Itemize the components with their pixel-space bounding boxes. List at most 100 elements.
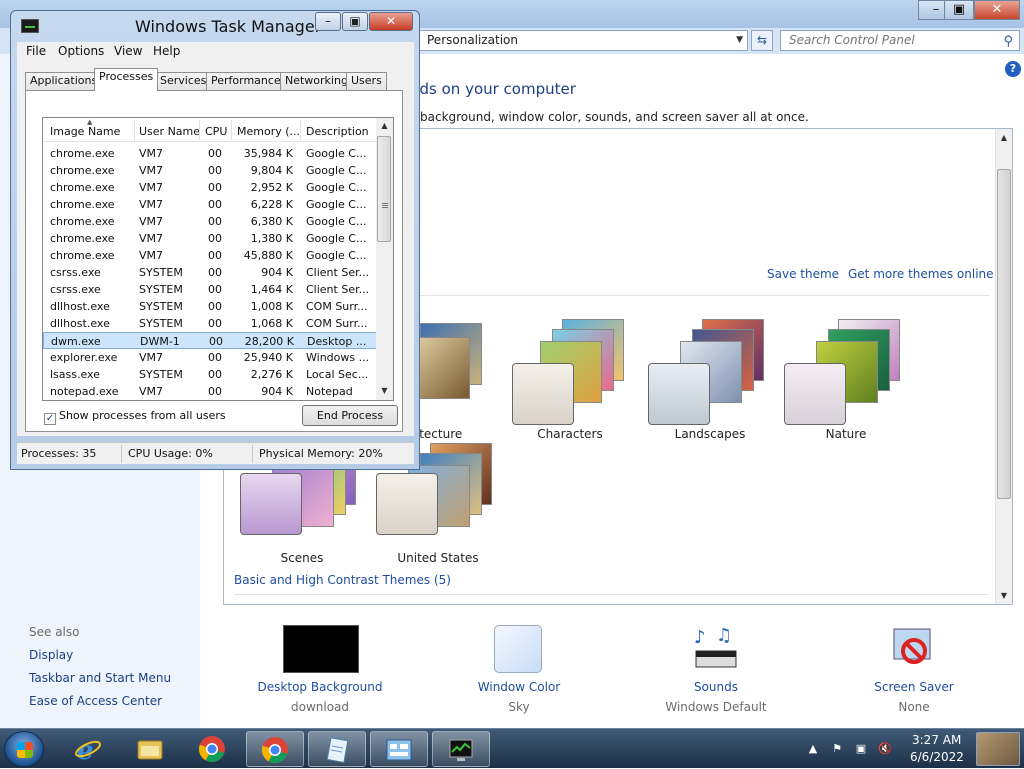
menu-options[interactable]: Options [58,44,104,58]
menu-file[interactable]: File [26,44,46,58]
process-row[interactable]: dwm.exe DWM-1 00 28,200 K Desktop ... [43,332,377,349]
search-box[interactable]: ⚲ [780,30,1020,51]
process-row[interactable]: chrome.exe VM7 00 6,228 K Google C... [43,196,377,213]
process-cpu: 00 [208,164,222,177]
show-hidden-icons-icon[interactable]: ▲ [806,742,820,756]
theme-characters[interactable]: Characters [504,315,636,445]
see-also-link-taskbar[interactable]: Taskbar and Start Menu [29,671,171,685]
column-image-name[interactable]: Image Name [50,125,120,138]
get-more-themes-link[interactable]: Get more themes online [848,267,994,281]
address-bar[interactable]: Personalization ▼ [416,30,748,51]
clock-time[interactable]: 3:27 AM [912,733,961,747]
column-divider[interactable] [134,120,135,140]
user-thumbnail[interactable] [976,732,1020,766]
show-all-label: Show processes from all users [59,409,226,422]
process-row[interactable]: chrome.exe VM7 00 6,380 K Google C... [43,213,377,230]
themes-scrollbar[interactable]: ▲ ▼ [995,129,1012,604]
maximize-button[interactable]: ▣ [944,0,974,20]
theme-nature[interactable]: Nature [780,315,912,445]
volume-muted-icon[interactable]: 🔇 [878,742,892,756]
process-list[interactable]: ▲ Image Name User Name CPU Memory (... D… [42,117,394,401]
process-list-scrollbar[interactable]: ▲ ▼ [376,118,393,400]
process-row[interactable]: lsass.exe SYSTEM 00 2,276 K Local Sec... [43,366,377,383]
process-memory: 6,228 K [250,198,293,211]
process-row[interactable]: chrome.exe VM7 00 1,380 K Google C... [43,230,377,247]
search-icon[interactable]: ⚲ [1003,32,1013,51]
sounds-icon: ♪ ♫ [690,625,740,673]
basic-themes-link[interactable]: Basic and High Contrast Themes (5) [234,573,451,587]
scroll-down-icon[interactable]: ▼ [996,591,1012,600]
process-name: chrome.exe [50,147,115,160]
column-memory[interactable]: Memory (... [237,125,300,138]
taskbar-windows-explorer[interactable] [122,731,180,767]
end-process-button[interactable]: End Process [302,405,398,426]
process-user: VM7 [139,232,164,245]
column-divider[interactable] [300,120,301,140]
show-all-processes-checkbox[interactable]: ✓ Show processes from all users [44,409,226,425]
checkbox-checked-icon[interactable]: ✓ [44,413,56,425]
screen-saver-icon [890,625,936,673]
process-row[interactable]: dllhost.exe SYSTEM 00 1,068 K COM Surr... [43,315,377,332]
process-row[interactable]: chrome.exe VM7 00 45,880 K Google C... [43,247,377,264]
action-center-icon[interactable]: ⚑ [830,742,844,756]
tab-processes[interactable]: Processes [94,68,159,91]
process-row[interactable]: csrss.exe SYSTEM 00 1,464 K Client Ser... [43,281,377,298]
see-also-link-display[interactable]: Display [29,648,73,662]
chevron-down-icon[interactable]: ▼ [736,31,743,50]
scroll-down-icon[interactable]: ▼ [376,386,393,395]
tab-applications[interactable]: Applications [25,72,103,90]
process-name: csrss.exe [50,283,101,296]
process-row[interactable]: csrss.exe SYSTEM 00 904 K Client Ser... [43,264,377,281]
refresh-icon[interactable]: ⇆ [751,30,773,51]
minimize-button[interactable]: – [315,12,341,31]
process-row[interactable]: explorer.exe VM7 00 25,940 K Windows ... [43,349,377,366]
scroll-up-icon[interactable]: ▲ [996,133,1012,142]
column-description[interactable]: Description [306,125,369,138]
system-tray: ▲ ⚑ ▣ 🔇 3:27 AM 6/6/2022 [800,729,1024,769]
process-row[interactable]: chrome.exe VM7 00 9,804 K Google C... [43,162,377,179]
tab-networking[interactable]: Networking [280,72,353,90]
process-row[interactable]: notepad.exe VM7 00 904 K Notepad [43,383,377,400]
taskbar-chrome[interactable] [184,731,242,767]
menu-view[interactable]: View [114,44,142,58]
scroll-thumb[interactable] [377,136,391,242]
close-button[interactable]: ✕ [369,12,413,31]
clock-date[interactable]: 6/6/2022 [910,750,964,764]
process-cpu: 00 [208,215,222,228]
taskbar-chrome-2[interactable] [246,731,304,767]
process-cpu: 00 [208,283,222,296]
item-value: download [290,700,350,714]
taskbar-task-manager[interactable] [432,731,490,767]
chrome-icon [261,737,288,764]
search-input[interactable] [789,33,989,47]
scroll-up-icon[interactable]: ▲ [376,121,393,130]
column-cpu[interactable]: CPU [205,125,227,138]
process-user: VM7 [139,385,164,398]
svg-text:♫: ♫ [716,625,732,646]
tab-users[interactable]: Users [346,72,387,90]
process-row[interactable]: dllhost.exe SYSTEM 00 1,008 K COM Surr... [43,298,377,315]
taskbar-control-panel[interactable] [370,731,428,767]
help-icon[interactable]: ? [1005,61,1021,77]
network-icon[interactable]: ▣ [854,742,868,756]
process-row[interactable]: chrome.exe VM7 00 2,952 K Google C... [43,179,377,196]
see-also-link-ease-of-access[interactable]: Ease of Access Center [29,694,162,708]
tab-performance[interactable]: Performance [206,72,286,90]
taskbar-internet-explorer[interactable]: e [60,731,118,767]
maximize-button[interactable]: ▣ [342,12,368,31]
column-divider[interactable] [231,120,232,140]
save-theme-link[interactable]: Save theme [767,267,839,281]
item-value: Windows Default [665,700,767,714]
menu-help[interactable]: Help [153,44,180,58]
item-value: Sky [508,700,530,714]
theme-landscapes[interactable]: Landscapes [644,315,776,445]
process-user: VM7 [139,147,164,160]
scroll-thumb[interactable] [997,169,1011,499]
tab-services[interactable]: Services [155,72,212,90]
column-divider[interactable] [199,120,200,140]
column-user-name[interactable]: User Name [139,125,200,138]
taskbar-notepad[interactable] [308,731,366,767]
close-button[interactable]: ✕ [974,0,1020,20]
process-row[interactable]: chrome.exe VM7 00 35,984 K Google C... [43,145,377,162]
start-button[interactable] [4,731,44,767]
